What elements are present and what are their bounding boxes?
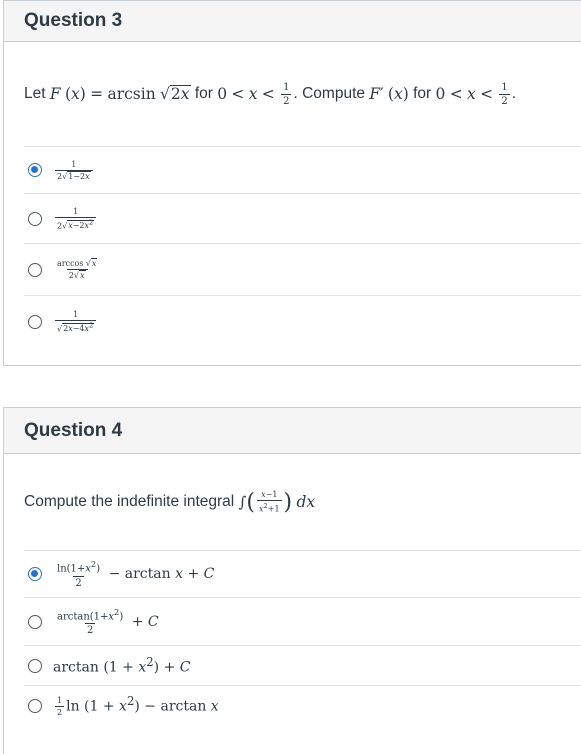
integrand: x−1 x2+1 [256,490,282,514]
radio-button-selected[interactable] [28,567,42,581]
answer-option[interactable]: arccos √x 2√x [24,243,581,295]
answer-math: arccos √x 2√x [57,258,98,280]
prompt-text: Compute the indefinite integral [24,493,235,510]
answer-option[interactable]: ln(1+x2) 2 − arctan x + C [24,550,581,597]
answer-math: arctan (1 + x2) + C [53,655,191,676]
answer-math: 1 2√1−2x [55,160,93,181]
answer-option[interactable]: arctan (1 + x2) + C [24,645,581,685]
answer-option[interactable]: 1 √2x−4x2 [24,295,581,347]
question-title: Question 4 [4,408,581,454]
integral-sign: ∫ [238,493,247,511]
prompt-text: for [413,85,432,102]
answer-math: 1 2 ln (1 + x2) − arctan x [55,693,219,718]
answer-math: 1 √2x−4x2 [55,310,97,334]
question-title: Question 3 [4,1,581,42]
answer-option[interactable]: arctan(1+x2) 2 + C [24,597,581,645]
question-prompt: Let F (x) = arcsin √2x for 0 < x < 12 . … [24,81,517,107]
radio-button[interactable] [28,658,42,673]
answer-list: ln(1+x2) 2 − arctan x + C arctan(1+x2) 2… [24,550,581,725]
radio-button[interactable] [28,314,42,329]
prompt-text: for [194,85,213,102]
prompt-text: . Compute [293,85,365,102]
radio-button[interactable] [28,614,42,629]
question-4-card: Question 4 Compute the indefinite integr… [3,407,581,754]
answer-math: arctan(1+x2) 2 [57,606,124,637]
radio-button[interactable] [28,698,42,713]
prompt-math-function: F [49,85,61,103]
question-3-card: Question 3 Let F (x) = arcsin √2x for 0 … [3,0,581,366]
answer-math: ln(1+x2) 2 [57,559,101,589]
answer-option[interactable]: 1 2√1−2x [24,146,581,193]
answer-option[interactable]: 1 2 ln (1 + x2) − arctan x [24,685,581,725]
prompt-text: Let [24,85,46,102]
radio-button[interactable] [28,262,42,277]
radio-button-selected[interactable] [28,163,42,177]
question-prompt: Compute the indefinite integral ∫ ( x−1 … [24,489,316,515]
answer-list: 1 2√1−2x 1 2√x−2x2 arccos √x 2√x 1 √2x−4… [24,146,581,347]
answer-option[interactable]: 1 2√x−2x2 [24,193,581,243]
radio-button[interactable] [28,211,42,226]
answer-math: 1 2√x−2x2 [55,207,97,231]
